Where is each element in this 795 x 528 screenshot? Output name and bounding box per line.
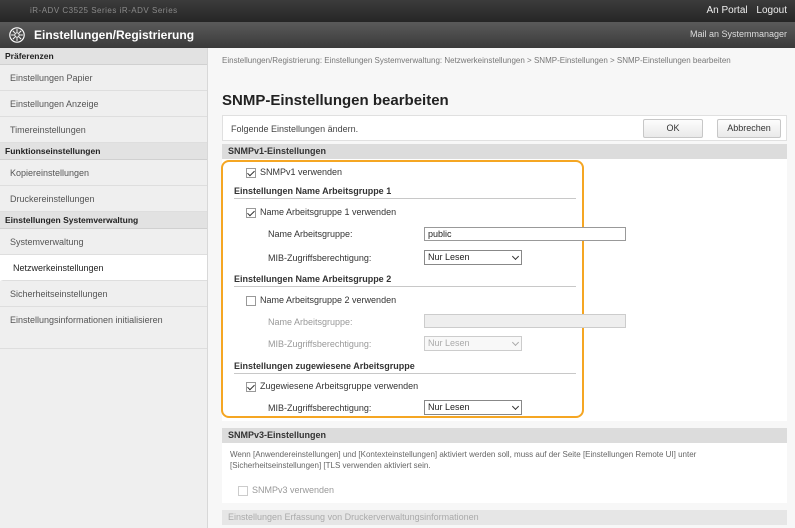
assigned-mib-label: MIB-Zugriffsberechtigung:: [268, 403, 372, 413]
sidebar: Präferenzen Einstellungen Papier Einstel…: [0, 48, 208, 528]
assigned-use-label: Zugewiesene Arbeitsgruppe verwenden: [260, 381, 419, 391]
sidebar-item-copy[interactable]: Kopiereinstellungen: [0, 160, 207, 186]
v1-use-label: SNMPv1 verwenden: [260, 167, 343, 177]
section-heading-next: Einstellungen Erfassung von Druckerverwa…: [222, 510, 787, 525]
assigned-use-checkbox[interactable]: [246, 381, 256, 392]
group2-name-input[interactable]: [424, 314, 626, 328]
sidebar-group-title: Einstellungen Systemverwaltung: [0, 212, 207, 229]
breadcrumb: Einstellungen/Registrierung: Einstellung…: [222, 56, 731, 65]
group2-name-label: Name Arbeitsgruppe:: [268, 317, 353, 327]
divider: [234, 286, 576, 287]
sidebar-item-network[interactable]: Netzwerkeinstellungen: [0, 255, 207, 281]
settings-gear-icon: [9, 27, 25, 43]
assigned-mib-value: Nur Lesen: [428, 402, 470, 412]
sidebar-item-system[interactable]: Systemverwaltung: [0, 229, 207, 255]
v3-use-label: SNMPv3 verwenden: [252, 485, 335, 495]
chevron-down-icon: [511, 402, 520, 411]
group1-use-row: Name Arbeitsgruppe 1 verwenden: [246, 207, 396, 218]
group2-mib-value: Nur Lesen: [428, 338, 470, 348]
group1-name-input[interactable]: public: [424, 227, 626, 241]
group1-heading: Einstellungen Name Arbeitsgruppe 1: [234, 186, 392, 196]
assigned-mib-select[interactable]: Nur Lesen: [424, 400, 522, 415]
v3-use-row: SNMPv3 verwenden: [238, 485, 334, 496]
sidebar-item-display[interactable]: Einstellungen Anzeige: [0, 91, 207, 117]
device-name: iR-ADV C3525 Series iR-ADV Series: [30, 6, 178, 15]
sidebar-item-paper[interactable]: Einstellungen Papier: [0, 65, 207, 91]
group2-heading: Einstellungen Name Arbeitsgruppe 2: [234, 274, 392, 284]
group1-mib-select[interactable]: Nur Lesen: [424, 250, 522, 265]
v3-note: Wenn [Anwendereinstellungen] und [Kontex…: [230, 450, 697, 470]
action-bar: Folgende Einstellungen ändern. OK Abbrec…: [222, 115, 787, 141]
v3-panel: Wenn [Anwendereinstellungen] und [Kontex…: [222, 443, 787, 503]
mail-admin-link[interactable]: Mail an Systemmanager: [690, 29, 787, 39]
v1-use-row: SNMPv1 verwenden: [246, 167, 342, 178]
logout-link[interactable]: Logout: [756, 5, 787, 16]
assigned-use-row: Zugewiesene Arbeitsgruppe verwenden: [246, 381, 418, 392]
ok-button[interactable]: OK: [643, 119, 703, 138]
group2-mib-select[interactable]: Nur Lesen: [424, 336, 522, 351]
divider: [234, 198, 576, 199]
group1-mib-value: Nur Lesen: [428, 252, 470, 262]
sidebar-item-printer[interactable]: Druckereinstellungen: [0, 186, 207, 212]
cancel-button[interactable]: Abbrechen: [717, 119, 781, 138]
chevron-down-icon: [511, 338, 520, 347]
sidebar-item-security[interactable]: Sicherheitseinstellungen: [0, 281, 207, 307]
group1-use-label: Name Arbeitsgruppe 1 verwenden: [260, 207, 397, 217]
portal-link[interactable]: An Portal: [706, 5, 747, 16]
header-title: Einstellungen/Registrierung: [34, 28, 195, 42]
sidebar-item-timer[interactable]: Timereinstellungen: [0, 117, 207, 143]
group2-use-label: Name Arbeitsgruppe 2 verwenden: [260, 295, 397, 305]
sidebar-item-init[interactable]: Einstellungsinformationen initialisieren: [0, 307, 207, 349]
page-title: SNMP-Einstellungen bearbeiten: [222, 92, 449, 109]
group1-mib-label: MIB-Zugriffsberechtigung:: [268, 253, 372, 263]
group2-mib-label: MIB-Zugriffsberechtigung:: [268, 339, 372, 349]
v1-use-checkbox[interactable]: [246, 167, 256, 178]
top-bar: iR-ADV C3525 Series iR-ADV Series An Por…: [0, 0, 795, 22]
page-header: Einstellungen/Registrierung Mail an Syst…: [0, 22, 795, 48]
chevron-down-icon: [511, 252, 520, 261]
description-text: Folgende Einstellungen ändern.: [231, 124, 359, 134]
section-heading-v1: SNMPv1-Einstellungen: [222, 144, 787, 159]
section-heading-v3: SNMPv3-Einstellungen: [222, 428, 787, 443]
sidebar-group-title: Funktionseinstellungen: [0, 143, 207, 160]
divider: [234, 373, 576, 374]
group1-use-checkbox[interactable]: [246, 207, 256, 218]
sidebar-group-title: Präferenzen: [0, 48, 207, 65]
group2-use-row: Name Arbeitsgruppe 2 verwenden: [246, 295, 396, 306]
group2-use-checkbox[interactable]: [246, 295, 256, 306]
v3-use-checkbox[interactable]: [238, 485, 248, 496]
group1-name-label: Name Arbeitsgruppe:: [268, 229, 353, 239]
assigned-heading: Einstellungen zugewiesene Arbeitsgruppe: [234, 361, 415, 371]
